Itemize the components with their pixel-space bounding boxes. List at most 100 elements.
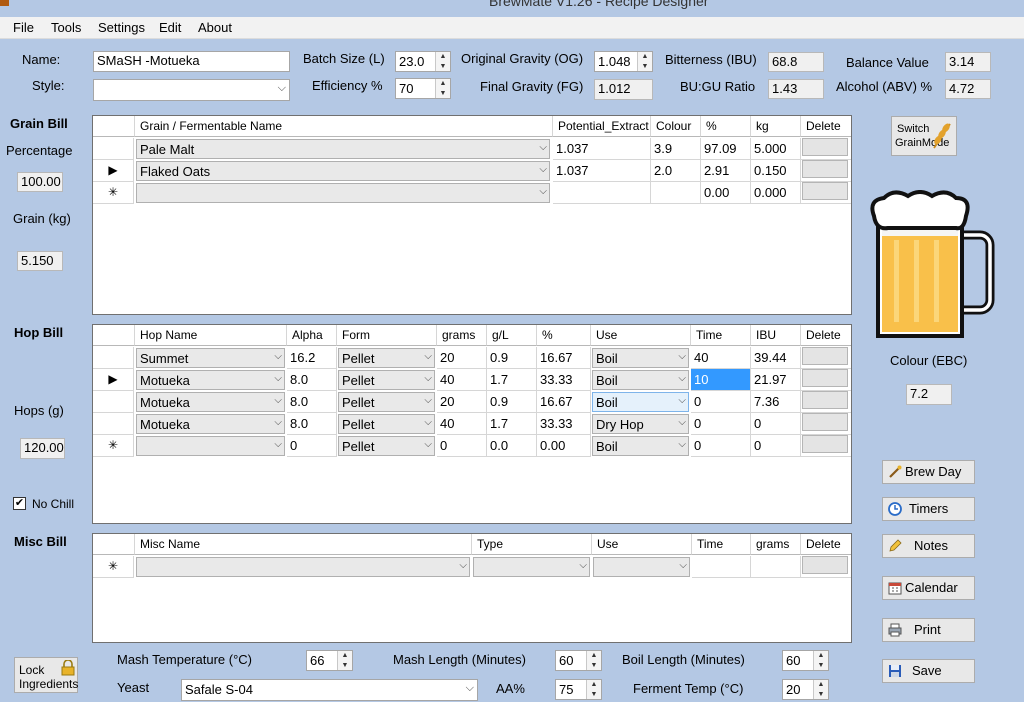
hop-form-select[interactable]: Pellet ⌵ [338, 414, 435, 434]
hop-name-select[interactable]: Motueka ⌵ [136, 392, 285, 412]
hop-pct[interactable]: 0.00 [537, 435, 591, 457]
batch-size-spinner[interactable]: 23.0 ▲ ▼ [395, 51, 451, 72]
hop-alpha[interactable]: 8.0 [287, 369, 337, 391]
new-row-header[interactable]: ✳ [93, 182, 134, 204]
menu-file[interactable]: File [13, 20, 34, 35]
delete-button[interactable] [802, 347, 848, 365]
grain-kg[interactable]: 0.000 [751, 182, 801, 204]
hop-gl[interactable]: 1.7 [487, 413, 537, 435]
brew-day-button[interactable]: Brew Day [882, 460, 975, 484]
menu-edit[interactable]: Edit [159, 20, 181, 35]
lock-ingredients-button[interactable]: Lock Ingredients [14, 657, 78, 693]
misc-grams[interactable] [751, 556, 801, 578]
spinner-buttons[interactable]: ▲ ▼ [435, 52, 450, 71]
up-arrow-icon[interactable]: ▲ [587, 651, 601, 661]
grain-colour[interactable]: 2.0 [651, 160, 701, 182]
menu-about[interactable]: About [198, 20, 232, 35]
delete-button[interactable] [802, 160, 848, 178]
hop-alpha[interactable]: 8.0 [287, 413, 337, 435]
mash-length-spinner[interactable]: 60 ▲ ▼ [555, 650, 602, 671]
misc-time[interactable] [692, 556, 751, 578]
up-arrow-icon[interactable]: ▲ [814, 651, 828, 661]
grain-colour[interactable]: 3.9 [651, 138, 701, 160]
hop-time[interactable]: 0 [691, 391, 751, 413]
hop-name-select[interactable]: ⌵ [136, 436, 285, 456]
spinner-buttons[interactable]: ▲ ▼ [337, 651, 352, 670]
mash-temp-spinner[interactable]: 66 ▲ ▼ [306, 650, 353, 671]
name-input[interactable]: SMaSH -Motueka [93, 51, 290, 72]
print-button[interactable]: Print [882, 618, 975, 642]
down-arrow-icon[interactable]: ▼ [814, 690, 828, 700]
boil-length-spinner[interactable]: 60 ▲ ▼ [782, 650, 829, 671]
hop-form-select[interactable]: Pellet ⌵ [338, 348, 435, 368]
grain-kg[interactable]: 5.000 [751, 138, 801, 160]
new-row-header[interactable]: ✳ [93, 435, 134, 457]
misc-use-select[interactable]: ⌵ [593, 557, 690, 577]
hop-time[interactable]: 40 [691, 347, 751, 369]
row-header[interactable] [93, 347, 134, 369]
hop-time-selected[interactable]: 10 [691, 369, 751, 391]
hop-name-select[interactable]: Motueka ⌵ [136, 414, 285, 434]
hop-gl[interactable]: 0.9 [487, 347, 537, 369]
hop-gl[interactable]: 1.7 [487, 369, 537, 391]
hop-grams[interactable]: 40 [437, 413, 487, 435]
hop-gl[interactable]: 0.0 [487, 435, 537, 457]
up-arrow-icon[interactable]: ▲ [638, 52, 652, 62]
row-header[interactable] [93, 138, 134, 160]
hop-name-select[interactable]: Summet ⌵ [136, 348, 285, 368]
up-arrow-icon[interactable]: ▲ [436, 79, 450, 89]
misc-type-select[interactable]: ⌵ [473, 557, 590, 577]
hop-ibu[interactable]: 39.44 [751, 347, 801, 369]
save-button[interactable]: Save [882, 659, 975, 683]
spinner-buttons[interactable]: ▲ ▼ [586, 680, 601, 699]
down-arrow-icon[interactable]: ▼ [587, 690, 601, 700]
hop-time[interactable]: 0 [691, 435, 751, 457]
delete-button[interactable] [802, 369, 848, 387]
down-arrow-icon[interactable]: ▼ [436, 89, 450, 99]
hop-time[interactable]: 0 [691, 413, 751, 435]
row-header[interactable] [93, 413, 134, 435]
hop-name-select[interactable]: Motueka ⌵ [136, 370, 285, 390]
hop-use-select[interactable]: Dry Hop ⌵ [592, 414, 689, 434]
hop-form-select[interactable]: Pellet ⌵ [338, 392, 435, 412]
hop-pct[interactable]: 33.33 [537, 369, 591, 391]
hop-grams[interactable]: 20 [437, 347, 487, 369]
hop-pct[interactable]: 16.67 [537, 347, 591, 369]
grain-pct[interactable]: 97.09 [701, 138, 751, 160]
grain-extract[interactable] [553, 182, 651, 204]
down-arrow-icon[interactable]: ▼ [338, 661, 352, 671]
row-header[interactable] [93, 391, 134, 413]
spinner-buttons[interactable]: ▲ ▼ [586, 651, 601, 670]
switch-grain-mode-button[interactable]: Switch GrainMode [891, 116, 957, 156]
hop-alpha[interactable]: 8.0 [287, 391, 337, 413]
up-arrow-icon[interactable]: ▲ [814, 680, 828, 690]
menu-settings[interactable]: Settings [98, 20, 145, 35]
grain-name-select[interactable]: Pale Malt ⌵ [136, 139, 550, 159]
grain-name-select[interactable]: ⌵ [136, 183, 550, 203]
grain-colour[interactable] [651, 182, 701, 204]
hop-grams[interactable]: 40 [437, 369, 487, 391]
down-arrow-icon[interactable]: ▼ [814, 661, 828, 671]
notes-button[interactable]: Notes [882, 534, 975, 558]
delete-button[interactable] [802, 391, 848, 409]
grain-pct[interactable]: 0.00 [701, 182, 751, 204]
hop-pct[interactable]: 16.67 [537, 391, 591, 413]
style-select[interactable]: ⌵ [93, 79, 290, 101]
delete-button[interactable] [802, 413, 848, 431]
ferment-temp-spinner[interactable]: 20 ▲ ▼ [782, 679, 829, 700]
hop-use-select[interactable]: Boil ⌵ [592, 370, 689, 390]
spinner-buttons[interactable]: ▲ ▼ [435, 79, 450, 98]
hop-ibu[interactable]: 0 [751, 435, 801, 457]
efficiency-spinner[interactable]: 70 ▲ ▼ [395, 78, 451, 99]
row-header[interactable]: ▶ [93, 369, 134, 391]
hop-grams[interactable]: 20 [437, 391, 487, 413]
og-spinner[interactable]: 1.048 ▲ ▼ [594, 51, 653, 72]
delete-button[interactable] [802, 556, 848, 574]
spinner-buttons[interactable]: ▲ ▼ [813, 651, 828, 670]
menu-tools[interactable]: Tools [51, 20, 81, 35]
hop-use-select[interactable]: Boil ⌵ [592, 348, 689, 368]
aa-spinner[interactable]: 75 ▲ ▼ [555, 679, 602, 700]
timers-button[interactable]: Timers [882, 497, 975, 521]
hop-pct[interactable]: 33.33 [537, 413, 591, 435]
misc-name-select[interactable]: ⌵ [136, 557, 470, 577]
